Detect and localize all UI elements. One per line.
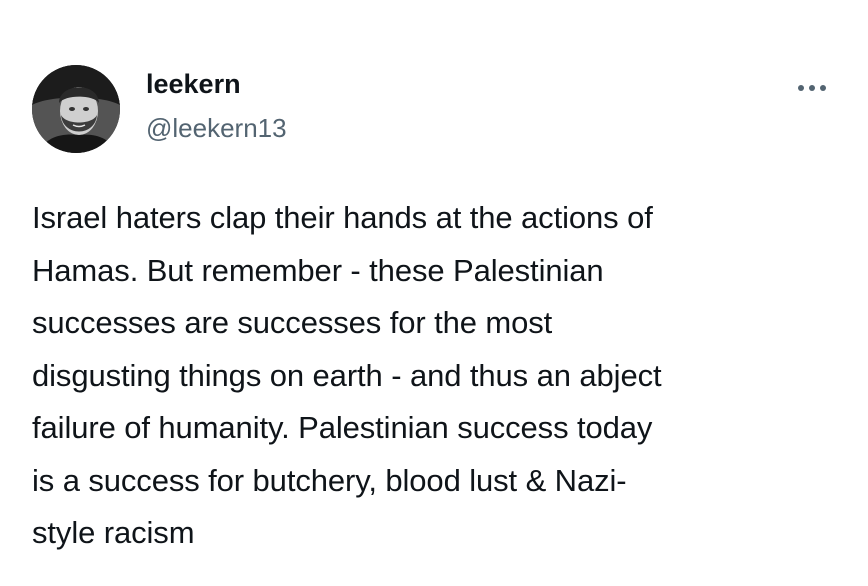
tweet-card: leekern @leekern13 Israel haters clap th… [0, 0, 868, 586]
more-options-button[interactable] [792, 76, 832, 100]
display-name[interactable]: leekern [146, 68, 241, 100]
user-handle[interactable]: @leekern13 [146, 112, 287, 144]
tweet-text: Israel haters clap their hands at the ac… [32, 200, 662, 550]
more-horizontal-icon [798, 85, 826, 91]
avatar[interactable] [32, 65, 120, 153]
profile-photo-icon [32, 65, 120, 153]
